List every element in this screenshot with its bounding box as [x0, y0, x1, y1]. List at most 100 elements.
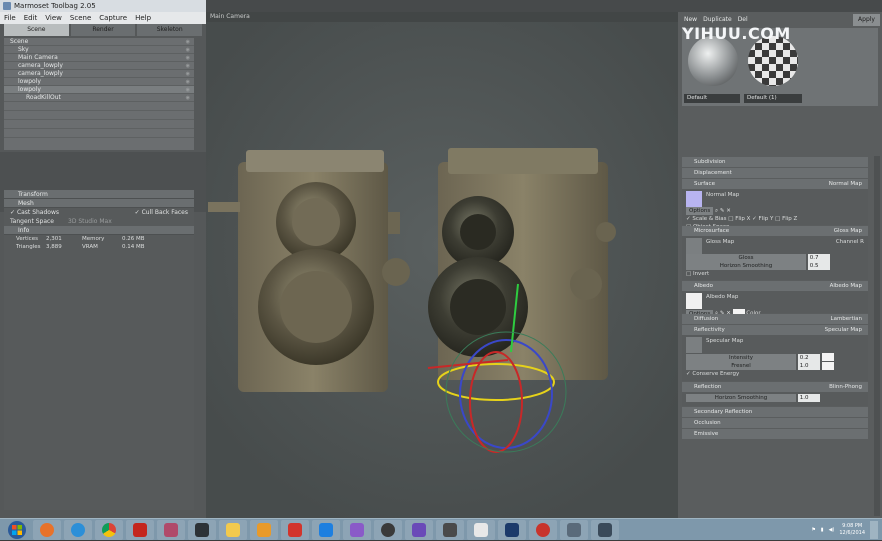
- app-taskbar-button[interactable]: [405, 519, 433, 540]
- dropbox-taskbar-button[interactable]: [312, 519, 340, 540]
- albedo-map-slot[interactable]: [686, 293, 702, 309]
- outliner-item[interactable]: Scene ◉: [4, 38, 194, 46]
- 3d-viewport[interactable]: Main Camera: [206, 12, 678, 518]
- app-taskbar-button[interactable]: [591, 519, 619, 540]
- menu-scene[interactable]: Scene: [70, 12, 91, 24]
- toolbag-taskbar-button[interactable]: [188, 519, 216, 540]
- apply-button[interactable]: Apply: [853, 14, 880, 26]
- section-reflection[interactable]: Reflection Blinn-Phong: [682, 382, 868, 392]
- conserve-energy-checkbox[interactable]: ✓ Conserve Energy: [686, 371, 739, 377]
- app-taskbar-button[interactable]: [157, 519, 185, 540]
- pencil-icon[interactable]: ✎: [720, 208, 725, 214]
- fresnel-color-swatch[interactable]: [821, 361, 834, 370]
- section-diffusion[interactable]: Diffusion Lambertian: [682, 314, 868, 324]
- tab-render[interactable]: Render: [70, 24, 136, 36]
- media-taskbar-button[interactable]: [250, 519, 278, 540]
- eye-icon[interactable]: ◉: [186, 54, 190, 62]
- material-ball-default[interactable]: [688, 36, 738, 86]
- reflection-value[interactable]: 1.0: [797, 394, 820, 402]
- gloss-slider[interactable]: Gloss: [686, 254, 806, 262]
- material-ball-default-1[interactable]: [748, 36, 798, 86]
- surface-type-select[interactable]: Normal Map: [829, 179, 862, 189]
- app-taskbar-button[interactable]: [560, 519, 588, 540]
- invert-checkbox[interactable]: □ Invert: [686, 271, 709, 277]
- section-albedo[interactable]: Albedo Albedo Map: [682, 281, 868, 291]
- filezilla-taskbar-button[interactable]: [126, 519, 154, 540]
- outliner-item[interactable]: camera_lowply ◉: [4, 62, 194, 70]
- close-icon[interactable]: ✕: [726, 208, 731, 214]
- section-secondary-reflection[interactable]: Secondary Reflection: [682, 407, 868, 417]
- horizon-smoothing-slider[interactable]: Horizon Smoothing: [686, 262, 806, 270]
- section-displacement[interactable]: Displacement: [682, 168, 868, 178]
- firefox-taskbar-button[interactable]: [33, 519, 61, 540]
- outliner-item[interactable]: lowpoly ◉: [4, 86, 194, 94]
- intensity-slider[interactable]: Intensity: [686, 353, 796, 362]
- info-header[interactable]: Info: [4, 226, 194, 235]
- reflection-type-select[interactable]: Blinn-Phong: [829, 382, 862, 392]
- outliner-item[interactable]: Sky ◉: [4, 46, 194, 54]
- specular-map-slot[interactable]: [686, 337, 702, 353]
- tab-skeleton[interactable]: Skeleton: [137, 24, 203, 36]
- app-taskbar-button[interactable]: [436, 519, 464, 540]
- photoshop-taskbar-button[interactable]: [498, 519, 526, 540]
- explorer-taskbar-button[interactable]: [219, 519, 247, 540]
- scrollbar[interactable]: [874, 156, 880, 516]
- section-occlusion[interactable]: Occlusion: [682, 418, 868, 428]
- scale-bias-checkbox[interactable]: ✓ Scale & Bias: [686, 216, 726, 222]
- menu-capture[interactable]: Capture: [99, 12, 127, 24]
- app-taskbar-button[interactable]: [281, 519, 309, 540]
- cast-shadows-checkbox[interactable]: ✓ Cast Shadows: [10, 208, 59, 217]
- reflectivity-type-select[interactable]: Specular Map: [825, 325, 862, 335]
- normal-map-slot[interactable]: [686, 191, 702, 207]
- horizon-smoothing-slider[interactable]: Horizon Smoothing: [686, 394, 796, 402]
- clock[interactable]: 9:08 PM 12/6/2014: [839, 523, 865, 537]
- menu-file[interactable]: File: [4, 12, 16, 24]
- section-emissive[interactable]: Emissive: [682, 429, 868, 439]
- start-button[interactable]: [4, 520, 30, 540]
- eye-icon[interactable]: ◉: [186, 38, 190, 46]
- options-button[interactable]: Options: [686, 207, 714, 215]
- menu-edit[interactable]: Edit: [24, 12, 38, 24]
- flip-y-checkbox[interactable]: ✓ Flip Y: [752, 216, 773, 222]
- search-icon[interactable]: ⌕: [715, 208, 718, 214]
- fresnel-value[interactable]: 1.0: [797, 362, 820, 370]
- fresnel-slider[interactable]: Fresnel: [686, 362, 796, 370]
- menu-view[interactable]: View: [45, 12, 62, 24]
- gloss-value[interactable]: 0.7: [807, 254, 830, 262]
- flag-icon[interactable]: ⚑: [811, 527, 815, 533]
- app-taskbar-button[interactable]: [374, 519, 402, 540]
- channel-select[interactable]: R: [860, 239, 864, 245]
- tab-scene[interactable]: Scene: [4, 24, 69, 36]
- cull-back-faces-checkbox[interactable]: ✓ Cull Back Faces: [135, 208, 188, 217]
- microsurface-type-select[interactable]: Gloss Map: [834, 226, 862, 236]
- eye-icon[interactable]: ◉: [186, 94, 190, 102]
- volume-icon[interactable]: ◀): [829, 527, 835, 533]
- eye-icon[interactable]: ◉: [186, 70, 190, 78]
- albedo-type-select[interactable]: Albedo Map: [830, 281, 862, 291]
- section-reflectivity[interactable]: Reflectivity Specular Map: [682, 325, 868, 335]
- flip-z-checkbox[interactable]: □ Flip Z: [775, 216, 797, 222]
- eye-icon[interactable]: ◉: [186, 78, 190, 86]
- section-subdivision[interactable]: Subdivision: [682, 157, 868, 167]
- eye-icon[interactable]: ◉: [186, 46, 190, 54]
- unity-taskbar-button[interactable]: [467, 519, 495, 540]
- flip-x-checkbox[interactable]: □ Flip X: [728, 216, 750, 222]
- intensity-color-swatch[interactable]: [821, 353, 834, 361]
- viewport-tab[interactable]: Main Camera: [206, 12, 678, 22]
- outliner-item[interactable]: RoadKillOut ◉: [4, 94, 194, 102]
- intensity-value[interactable]: 0.2: [797, 353, 820, 362]
- outliner-item[interactable]: Main Camera ◉: [4, 54, 194, 62]
- outliner-item[interactable]: camera_lowply ◉: [4, 70, 194, 78]
- tangent-space-select[interactable]: 3D Studio Max: [68, 217, 112, 226]
- transform-header[interactable]: Transform: [4, 190, 194, 199]
- app-taskbar-button[interactable]: [343, 519, 371, 540]
- gloss-map-slot[interactable]: [686, 238, 702, 254]
- eye-icon[interactable]: ◉: [186, 86, 190, 94]
- chrome-taskbar-button[interactable]: [95, 519, 123, 540]
- eye-icon[interactable]: ◉: [186, 62, 190, 70]
- ie-taskbar-button[interactable]: [64, 519, 92, 540]
- horizon-smoothing-value[interactable]: 0.5: [807, 262, 830, 270]
- app-taskbar-button[interactable]: [529, 519, 557, 540]
- section-surface[interactable]: Surface Normal Map: [682, 179, 868, 189]
- network-icon[interactable]: ▮: [821, 527, 824, 533]
